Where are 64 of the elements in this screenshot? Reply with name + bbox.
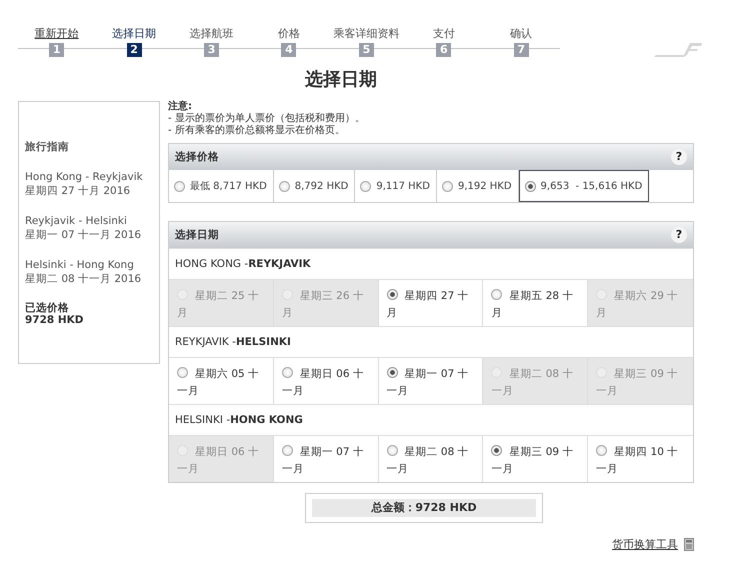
- date-option[interactable]: 星期六 05 十一月: [169, 358, 274, 404]
- step-number: 1: [49, 43, 64, 57]
- route-heading: HELSINKI -HONG KONG: [169, 404, 693, 436]
- route-heading: HONG KONG -REYKJAVIK: [169, 248, 693, 280]
- price-option[interactable]: 最低 8,717 HKD: [169, 170, 274, 202]
- leg-route: Hong Kong - Reykjavik: [25, 170, 144, 184]
- step-label: 价格: [278, 26, 300, 41]
- logo-icon: [654, 41, 704, 57]
- note-text: - 所有乘客的票价总额将显示在价格页。: [168, 125, 346, 137]
- date-option[interactable]: 星期四 10 十一月: [588, 436, 693, 482]
- radio-button[interactable]: [386, 367, 398, 378]
- page-title: 选择日期: [304, 68, 378, 92]
- notes-title: 注意:: [168, 101, 193, 113]
- radio-button[interactable]: [596, 445, 608, 456]
- price-option[interactable]: 9,653 - 15,616 HKD: [518, 170, 650, 202]
- price-option[interactable]: 8,792 HKD: [274, 170, 356, 202]
- date-option[interactable]: 星期一 07 十一月: [274, 436, 379, 482]
- route-heading: REYKJAVIK -HELSINKI: [169, 326, 693, 358]
- step-number: 7: [514, 43, 529, 57]
- step-number: 4: [281, 43, 296, 57]
- step-number: 5: [358, 43, 374, 57]
- radio-button[interactable]: [386, 445, 398, 456]
- leg-route: Reykjavik - Helsinki: [25, 214, 128, 228]
- date-option[interactable]: 星期四 27 十月: [378, 280, 484, 326]
- radio-button[interactable]: [282, 445, 293, 456]
- step-link[interactable]: 重新开始: [34, 26, 79, 41]
- step-label: 支付: [432, 26, 455, 41]
- step-number: 2: [126, 43, 142, 57]
- radio-button[interactable]: [491, 289, 502, 300]
- date-option[interactable]: 星期日 06 十一月: [274, 358, 379, 404]
- radio-button[interactable]: [386, 289, 398, 300]
- help-button[interactable]: ?: [671, 149, 687, 165]
- date-option[interactable]: 星期二 08 十一月: [378, 436, 484, 482]
- price-label: 已选价格: [25, 302, 70, 314]
- price-option[interactable]: 9,192 HKD: [436, 170, 519, 202]
- sidebar-heading: 旅行指南: [25, 140, 70, 154]
- step-number: 6: [436, 43, 452, 57]
- calculator-icon[interactable]: [684, 538, 694, 551]
- panel-title: 选择日期: [175, 228, 219, 242]
- step-label: 确认: [510, 26, 532, 41]
- step-number: 3: [204, 43, 220, 57]
- leg-date: 星期一 07 十一月 2016: [25, 228, 142, 242]
- radio-button[interactable]: [174, 180, 185, 192]
- help-button[interactable]: ?: [671, 227, 687, 243]
- note-text: - 显示的票价为单人票价（包括税和费用）。: [168, 113, 366, 124]
- leg-date: 星期二 08 十一月 2016: [25, 272, 142, 286]
- step-label: 选择航班: [190, 26, 234, 41]
- step-label: 选择日期: [112, 26, 156, 41]
- radio-button[interactable]: [282, 367, 293, 378]
- step-label: 乘客详细资料: [333, 26, 400, 41]
- panel-title: 选择价格: [175, 150, 219, 164]
- price-value: 9728 HKD: [25, 314, 85, 326]
- total-amount: 总金额：9728 HKD: [312, 499, 536, 517]
- price-option[interactable]: 9,117 HKD: [355, 170, 437, 202]
- radio-button[interactable]: [360, 180, 372, 192]
- radio-button[interactable]: [177, 367, 188, 378]
- converter-link[interactable]: 货币换算工具: [612, 537, 678, 552]
- leg-date: 星期四 27 十月 2016: [25, 184, 132, 198]
- date-option[interactable]: 星期三 09 十一月: [483, 436, 588, 482]
- radio-button[interactable]: [491, 445, 502, 456]
- leg-route: Helsinki - Hong Kong: [25, 258, 135, 272]
- radio-button[interactable]: [278, 180, 290, 192]
- radio-button[interactable]: [524, 180, 536, 192]
- radio-button[interactable]: [442, 180, 453, 192]
